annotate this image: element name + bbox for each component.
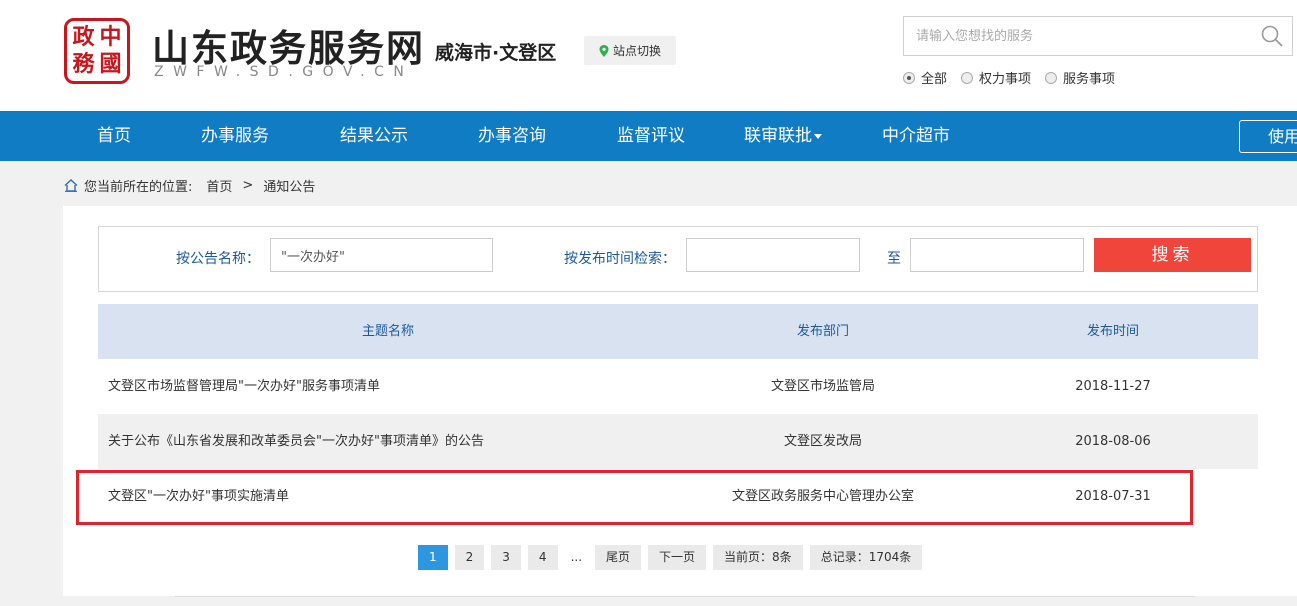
breadcrumb-current: 通知公告	[263, 180, 316, 195]
radio-dot[interactable]	[1045, 71, 1058, 84]
to-label: 至	[887, 251, 901, 267]
nav-item-agency-market[interactable]: 中介超市	[882, 111, 950, 161]
radio-power-items[interactable]: 权力事项	[961, 68, 1031, 87]
search-input[interactable]	[904, 17, 1244, 55]
logo-char: 務	[72, 51, 95, 77]
breadcrumb-prefix: 您当前所在的位置:	[84, 180, 193, 195]
breadcrumb-separator: >	[242, 178, 254, 193]
radio-service-items[interactable]: 服务事项	[1045, 68, 1115, 87]
header-dept: 发布部门	[796, 324, 849, 339]
logo-char: 政	[72, 24, 95, 50]
page-ellipsis: ...	[570, 550, 583, 564]
row-dept: 文登区市场监管局	[770, 379, 875, 394]
nav-item-label: 联审联批	[744, 126, 812, 146]
region-name: 威海市·文登区	[435, 42, 557, 64]
total-records-info: 总记录：1704条	[809, 545, 923, 570]
nav-item-consult[interactable]: 办事咨询	[478, 111, 546, 161]
radio-label: 全部	[921, 72, 948, 87]
start-date-input[interactable]	[686, 238, 860, 272]
logo-char: 中	[99, 24, 122, 50]
table-row[interactable]: 文登区"一次办好"事项实施清单 文登区政务服务中心管理办公室 2018-07-3…	[98, 469, 1258, 524]
row-title-link[interactable]: 关于公布《山东省发展和改革委员会"一次办好"事项清单》的公告	[108, 414, 484, 469]
search-box	[903, 16, 1293, 56]
table-row[interactable]: 关于公布《山东省发展和改革委员会"一次办好"事项清单》的公告 文登区发改局 20…	[98, 414, 1258, 469]
end-date-input[interactable]	[910, 238, 1084, 272]
row-title-link[interactable]: 文登区市场监督管理局"一次办好"服务事项清单	[108, 359, 380, 414]
page-button[interactable]: 2	[454, 545, 485, 570]
nav-item-services[interactable]: 办事服务	[201, 111, 269, 161]
logo-char: 國	[99, 51, 122, 77]
next-page-button[interactable]: 下一页	[648, 545, 707, 570]
pagination: 1 2 3 4 ... 尾页 下一页 当前页：8条 总记录：1704条	[418, 545, 923, 570]
filter-bar: 按公告名称： 按发布时间检索： 至 搜索	[98, 226, 1258, 292]
radio-label: 服务事项	[1063, 72, 1116, 87]
header-title: 主题名称	[361, 324, 414, 339]
name-filter-input[interactable]	[270, 238, 493, 272]
main-nav: 首页 办事服务 结果公示 办事咨询 监督评议 联审联批 中介超市 使用	[0, 111, 1297, 161]
location-pin-icon	[599, 44, 609, 57]
search-icon[interactable]	[1260, 24, 1284, 48]
caret-down-icon	[814, 133, 822, 139]
page-button[interactable]: 3	[491, 545, 521, 570]
table-row[interactable]: 文登区市场监督管理局"一次办好"服务事项清单 文登区市场监管局 2018-11-…	[98, 359, 1258, 414]
breadcrumb-home[interactable]: 首页	[206, 176, 232, 195]
row-date: 2018-07-31	[1075, 489, 1151, 504]
nav-item-results[interactable]: 结果公示	[340, 111, 408, 161]
current-page-info: 当前页：8条	[713, 545, 803, 570]
search-scope-radios: 全部 权力事项 服务事项	[903, 68, 1115, 87]
row-date: 2018-11-27	[1075, 379, 1151, 394]
site-switch-button[interactable]: 站点切换	[584, 36, 676, 65]
site-logo[interactable]: 政 中 務 國	[64, 18, 130, 84]
row-dept: 文登区政务服务中心管理办公室	[731, 489, 914, 504]
breadcrumb: 您当前所在的位置: 首页 > 通知公告	[64, 176, 315, 195]
nav-item-supervision[interactable]: 监督评议	[617, 111, 685, 161]
divider	[175, 596, 1195, 597]
radio-label: 权力事项	[979, 72, 1032, 87]
radio-dot[interactable]	[903, 71, 915, 84]
time-filter-label: 按发布时间检索：	[564, 251, 676, 267]
row-date: 2018-08-06	[1075, 434, 1151, 449]
row-dept: 文登区发改局	[783, 434, 862, 449]
radio-dot[interactable]	[961, 71, 974, 84]
home-icon	[64, 179, 78, 192]
table-header-row: 主题名称 发布部门 发布时间	[98, 304, 1258, 359]
filter-search-button[interactable]: 搜索	[1094, 238, 1251, 272]
content-panel: 按公告名称： 按发布时间检索： 至 搜索 主题名称 发布部门 发布时间 文登区市…	[63, 206, 1297, 596]
site-header: 政 中 務 國 山东政务服务网 ZWFW.SD.GOV.CN 威海市·文登区 站…	[0, 0, 1297, 111]
page-button[interactable]: 4	[527, 545, 558, 570]
nav-item-home[interactable]: 首页	[97, 111, 131, 161]
page-button[interactable]: 1	[418, 545, 448, 570]
radio-all[interactable]: 全部	[903, 68, 947, 87]
last-page-button[interactable]: 尾页	[595, 545, 642, 570]
use-button[interactable]: 使用	[1239, 120, 1297, 153]
name-filter-label: 按公告名称：	[176, 251, 260, 267]
site-switch-label: 站点切换	[612, 44, 661, 58]
header-date: 发布时间	[1086, 324, 1139, 339]
notice-table: 主题名称 发布部门 发布时间 文登区市场监督管理局"一次办好"服务事项清单 文登…	[98, 304, 1258, 524]
row-title-link[interactable]: 文登区"一次办好"事项实施清单	[108, 469, 289, 524]
nav-item-joint-approval[interactable]: 联审联批	[744, 111, 822, 161]
site-subtitle: ZWFW.SD.GOV.CN	[154, 64, 414, 80]
